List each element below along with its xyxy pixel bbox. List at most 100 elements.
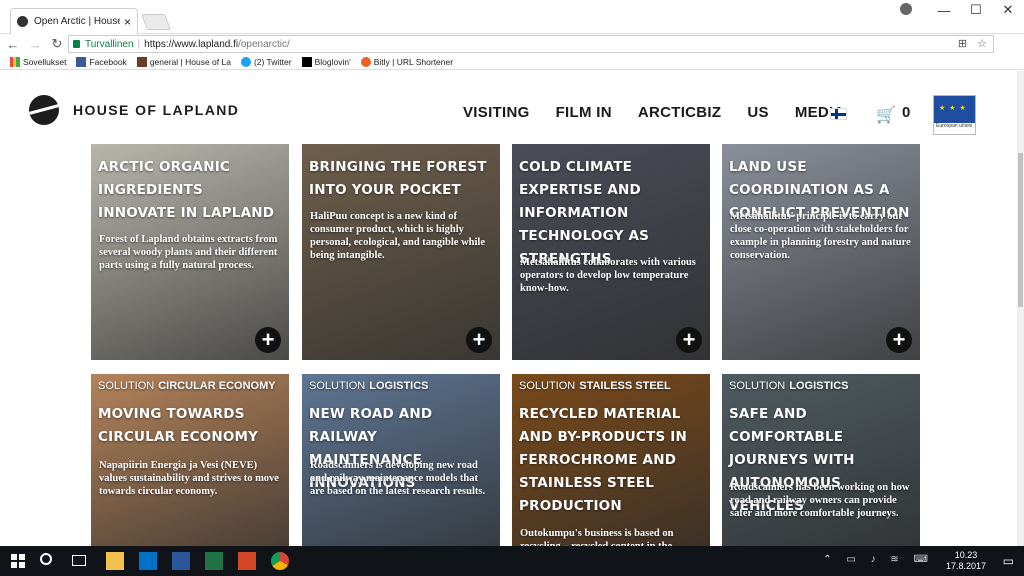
new-tab-button[interactable] bbox=[141, 14, 171, 30]
article-card[interactable]: SOLUTION LOGISTICS NEW ROAD AND RAILWAY M… bbox=[302, 374, 500, 546]
lock-icon bbox=[73, 40, 80, 48]
article-card[interactable]: COLD CLIMATE EXPERTISE AND INFORMATION T… bbox=[512, 144, 710, 360]
clock[interactable]: 10.23 17.8.2017 bbox=[946, 550, 986, 572]
bookmark-label: (2) Twitter bbox=[253, 56, 292, 67]
chrome-icon[interactable] bbox=[271, 552, 289, 570]
bookmarks-bar: Sovellukset Facebook general | House of … bbox=[0, 54, 1024, 70]
card-description: Metsähallitus' principle is to carry out… bbox=[730, 211, 911, 261]
secure-label: Turvallinen bbox=[85, 38, 134, 50]
bookmark-apps[interactable]: Sovellukset bbox=[10, 56, 67, 67]
browser-tab[interactable]: Open Arctic | House of L × bbox=[10, 8, 138, 34]
translate-icon[interactable]: ⊞ bbox=[958, 37, 967, 50]
profile-icon[interactable] bbox=[900, 3, 912, 15]
file-explorer-icon[interactable] bbox=[106, 552, 124, 570]
close-window-button[interactable]: ✕ bbox=[992, 2, 1024, 18]
bookmark-label: Sovellukset bbox=[23, 56, 67, 67]
card-description: Roadscanners has been working on how roa… bbox=[730, 482, 910, 519]
solution-tag: SOLUTION LOGISTICS bbox=[309, 380, 429, 392]
card-title: COLD CLIMATE EXPERTISE AND INFORMATION T… bbox=[519, 159, 650, 267]
bookmark-bloglovin[interactable]: Bloglovin' bbox=[301, 56, 351, 67]
nav-visiting[interactable]: VISITING bbox=[463, 104, 530, 121]
address-bar[interactable]: Turvallinen | https://www.lapland.fi/ope… bbox=[68, 35, 994, 53]
url-path: /openarctic/ bbox=[238, 38, 290, 50]
web-page: HOUSE OF LAPLAND VISITING FILM IN ARCTIC… bbox=[0, 71, 1017, 546]
back-arrow-icon[interactable]: ← bbox=[4, 37, 22, 52]
facebook-icon bbox=[76, 56, 87, 67]
solution-tag: SOLUTION CIRCULAR ECONOMY bbox=[98, 380, 276, 392]
house-of-lapland-logo-icon[interactable] bbox=[29, 95, 59, 125]
card-description: Metsähallitus collaborates with various … bbox=[520, 257, 696, 294]
outlook-icon[interactable] bbox=[139, 552, 157, 570]
nav-film-in[interactable]: FILM IN bbox=[556, 104, 612, 121]
nav-us[interactable]: US bbox=[747, 104, 768, 121]
solution-label: SOLUTION bbox=[98, 380, 155, 392]
solution-label: SOLUTION bbox=[729, 380, 786, 392]
maximize-button[interactable]: ☐ bbox=[960, 2, 992, 18]
url-host: https://www.lapland.fi bbox=[144, 38, 239, 50]
bookmark-label: Bitly | URL Shortener bbox=[373, 56, 454, 67]
solution-category: STAILESS STEEL bbox=[579, 380, 671, 392]
tab-close-icon[interactable]: × bbox=[124, 15, 131, 29]
powerpoint-icon[interactable] bbox=[238, 552, 256, 570]
article-card[interactable]: LAND USE COORDINATION AS A CONFLICT PREV… bbox=[722, 144, 920, 360]
reload-icon[interactable]: ↻ bbox=[48, 36, 66, 52]
task-view-icon[interactable] bbox=[72, 555, 86, 566]
expand-plus-icon[interactable]: + bbox=[255, 327, 281, 353]
card-title: ARCTIC ORGANIC INGREDIENTS INNOVATE IN L… bbox=[98, 159, 275, 221]
bookmark-label: general | House of La bbox=[149, 56, 231, 67]
search-icon[interactable] bbox=[40, 553, 52, 565]
windows-taskbar: ⌃ ▭ ♪ ≋ ⌨ 10.23 17.8.2017 ▭ bbox=[0, 546, 1024, 576]
expand-plus-icon[interactable]: + bbox=[466, 327, 492, 353]
apps-grid-icon bbox=[10, 56, 20, 67]
card-description: Forest of Lapland obtains extracts from … bbox=[99, 234, 278, 271]
expand-plus-icon[interactable]: + bbox=[676, 327, 702, 353]
solution-tag: SOLUTION LOGISTICS bbox=[729, 380, 849, 392]
card-description: Napapiirin Energia ja Vesi (NEVE) values… bbox=[99, 460, 279, 497]
forward-arrow-icon[interactable]: → bbox=[26, 37, 44, 52]
solution-category: CIRCULAR ECONOMY bbox=[158, 380, 276, 392]
bookmark-star-icon[interactable]: ☆ bbox=[977, 37, 987, 50]
scrollbar-thumb[interactable] bbox=[1018, 153, 1023, 307]
article-card[interactable]: SOLUTION LOGISTICS SAFE AND COMFORTABLE J… bbox=[722, 374, 920, 546]
bookmark-bitly[interactable]: Bitly | URL Shortener bbox=[360, 56, 454, 67]
article-card[interactable]: ARCTIC ORGANIC INGREDIENTS INNOVATE IN L… bbox=[91, 144, 289, 360]
window-controls: — ☐ ✕ bbox=[928, 0, 1024, 20]
eu-flag-icon bbox=[934, 96, 975, 123]
tab-title: Open Arctic | House of L bbox=[34, 16, 120, 27]
shopping-cart-icon[interactable]: 🛒 bbox=[876, 105, 896, 125]
card-title: MOVING TOWARDS CIRCULAR ECONOMY bbox=[98, 406, 259, 445]
article-card[interactable]: SOLUTION CIRCULAR ECONOMY MOVING TOWARDS … bbox=[91, 374, 289, 546]
bookmark-facebook[interactable]: Facebook bbox=[76, 56, 127, 67]
omnibox-actions: ⊞ ☆ bbox=[958, 37, 987, 50]
minimize-button[interactable]: — bbox=[928, 3, 960, 18]
browser-tabbar: Open Arctic | House of L × — ☐ ✕ bbox=[0, 0, 1024, 34]
page-scrollbar[interactable] bbox=[1017, 71, 1024, 546]
site-header: HOUSE OF LAPLAND VISITING FILM IN ARCTIC… bbox=[0, 71, 1017, 141]
word-icon[interactable] bbox=[172, 552, 190, 570]
solution-tag: SOLUTION STAILESS STEEL bbox=[519, 380, 671, 392]
cart-count: 0 bbox=[902, 104, 911, 121]
bitly-icon bbox=[360, 56, 371, 67]
article-card[interactable]: SOLUTION STAILESS STEEL RECYCLED MATERIAL… bbox=[512, 374, 710, 546]
nav-arcticbiz[interactable]: ARCTICBIZ bbox=[638, 104, 722, 121]
system-tray-icons[interactable]: ⌃ ▭ ♪ ≋ ⌨ bbox=[823, 554, 934, 565]
card-title: BRINGING THE FOREST INTO YOUR POCKET bbox=[309, 159, 487, 198]
expand-plus-icon[interactable]: + bbox=[886, 327, 912, 353]
card-title: RECYCLED MATERIAL AND BY-PRODUCTS IN FER… bbox=[519, 406, 687, 514]
house-of-lapland-icon bbox=[136, 56, 147, 67]
solution-category: LOGISTICS bbox=[789, 380, 849, 392]
excel-icon[interactable] bbox=[205, 552, 223, 570]
bookmark-twitter[interactable]: (2) Twitter bbox=[240, 56, 292, 67]
card-description: Roadscanners is developing new road and … bbox=[310, 460, 486, 497]
windows-start-icon[interactable] bbox=[11, 554, 25, 568]
solution-label: SOLUTION bbox=[519, 380, 576, 392]
site-logo-text[interactable]: HOUSE OF LAPLAND bbox=[73, 102, 239, 118]
card-description: HaliPuu concept is a new kind of consume… bbox=[310, 211, 486, 261]
solution-label: SOLUTION bbox=[309, 380, 366, 392]
main-nav: VISITING FILM IN ARCTICBIZ US MEDIA bbox=[463, 104, 845, 121]
solution-category: LOGISTICS bbox=[369, 380, 429, 392]
finnish-flag-icon[interactable] bbox=[830, 108, 847, 120]
article-card[interactable]: BRINGING THE FOREST INTO YOUR POCKET Hal… bbox=[302, 144, 500, 360]
notifications-icon[interactable]: ▭ bbox=[1003, 554, 1014, 568]
bookmark-general[interactable]: general | House of La bbox=[136, 56, 231, 67]
